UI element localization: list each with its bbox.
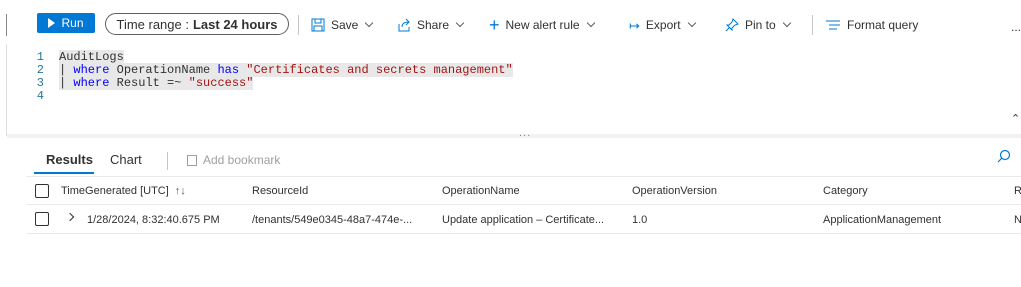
chevron-down-icon bbox=[365, 18, 374, 28]
export-button[interactable]: ↦ Export bbox=[629, 14, 696, 36]
sort-icon[interactable]: ↑↓ bbox=[175, 185, 186, 197]
toolbar-divider bbox=[298, 15, 299, 35]
share-label: Share bbox=[417, 18, 450, 32]
results-table-header: TimeGenerated [UTC] ↑↓ ResourceId Operati… bbox=[26, 176, 1021, 205]
code-text: | where Result =~ "success" bbox=[59, 75, 254, 90]
field-token: Result =~ bbox=[109, 75, 189, 90]
bookmark-icon bbox=[187, 154, 197, 166]
column-header-operationversion[interactable]: OperationVersion bbox=[632, 185, 717, 197]
format-icon bbox=[826, 20, 840, 30]
save-icon bbox=[311, 18, 325, 32]
time-range-value: Last 24 hours bbox=[192, 16, 278, 32]
export-icon: ↦ bbox=[629, 17, 640, 33]
code-text: | where OperationName has "Certificates … bbox=[59, 62, 513, 77]
new-alert-rule-button[interactable]: + New alert rule bbox=[489, 14, 595, 36]
line-number: 4 bbox=[36, 88, 44, 103]
tab-divider bbox=[167, 152, 168, 170]
play-icon bbox=[48, 18, 56, 28]
share-icon bbox=[398, 18, 410, 32]
chevron-down-icon bbox=[687, 18, 696, 28]
pane-splitter[interactable] bbox=[7, 134, 1021, 138]
share-button[interactable]: Share bbox=[397, 14, 465, 36]
column-header-label: TimeGenerated [UTC] bbox=[61, 185, 169, 197]
keyword-token: where bbox=[73, 62, 110, 77]
table-name: AuditLogs bbox=[59, 49, 124, 64]
cell-timegenerated: 1/28/2024, 8:32:40.675 PM bbox=[87, 214, 220, 226]
pin-to-button[interactable]: Pin to bbox=[725, 14, 791, 36]
select-all-checkbox[interactable] bbox=[35, 184, 49, 198]
format-label: Format query bbox=[847, 18, 919, 32]
keyword-token: has bbox=[217, 62, 240, 77]
more-options-button[interactable]: ... bbox=[1011, 20, 1021, 34]
run-button[interactable]: Run bbox=[37, 13, 95, 33]
code-text: AuditLogs bbox=[59, 49, 124, 64]
active-tab-indicator bbox=[34, 172, 94, 174]
time-range-button[interactable]: Time range : Last 24 hours bbox=[105, 13, 289, 35]
column-header-result[interactable]: R bbox=[1014, 185, 1021, 197]
splitter-handle-dots[interactable]: ... bbox=[519, 127, 531, 139]
string-token: "success" bbox=[188, 75, 254, 90]
new-alert-label: New alert rule bbox=[505, 18, 580, 32]
column-header-resourceid[interactable]: ResourceId bbox=[252, 185, 308, 197]
line-number: 3 bbox=[36, 75, 44, 90]
pipe-token: | bbox=[59, 75, 74, 90]
code-line: 4 bbox=[0, 88, 1021, 103]
column-header-timegenerated[interactable]: TimeGenerated [UTC] ↑↓ bbox=[61, 185, 186, 197]
tab-chart[interactable]: Chart bbox=[110, 152, 142, 167]
expand-row-icon[interactable] bbox=[65, 212, 75, 222]
query-editor[interactable]: 1 AuditLogs 2 | where OperationName has … bbox=[0, 44, 1021, 136]
row-checkbox[interactable] bbox=[35, 212, 49, 226]
chevron-down-icon bbox=[782, 18, 791, 28]
cell-resourceid: /tenants/549e0345-48a7-474e-... bbox=[252, 214, 413, 226]
collapse-editor-icon[interactable]: ⌃ bbox=[1011, 112, 1020, 125]
pin-label: Pin to bbox=[745, 18, 776, 32]
format-query-button[interactable]: Format query bbox=[825, 14, 918, 36]
run-label: Run bbox=[61, 16, 84, 30]
line-number: 1 bbox=[36, 49, 44, 64]
add-bookmark-button[interactable]: Add bookmark bbox=[187, 153, 280, 167]
add-bookmark-label: Add bookmark bbox=[203, 153, 281, 167]
pipe-token: | bbox=[59, 62, 74, 77]
cell-category: ApplicationManagement bbox=[823, 214, 942, 226]
toolbar-edge bbox=[6, 14, 7, 36]
keyword-token: where bbox=[73, 75, 110, 90]
column-header-category[interactable]: Category bbox=[823, 185, 868, 197]
save-button[interactable]: Save bbox=[311, 14, 374, 36]
results-tabs: Results Chart Add bookmark bbox=[0, 146, 1021, 174]
cell-result: N bbox=[1014, 214, 1021, 226]
plus-icon: + bbox=[489, 15, 500, 35]
export-label: Export bbox=[645, 18, 681, 32]
save-label: Save bbox=[331, 18, 359, 32]
tab-results[interactable]: Results bbox=[46, 152, 93, 167]
field-token: OperationName bbox=[109, 62, 218, 77]
code-line: 2 | where OperationName has "Certificate… bbox=[0, 62, 1021, 77]
chevron-down-icon bbox=[455, 18, 465, 28]
search-icon[interactable] bbox=[997, 149, 1011, 163]
cell-operationversion: 1.0 bbox=[632, 214, 648, 226]
chevron-down-icon bbox=[586, 18, 595, 28]
code-line: 3 | where Result =~ "success" bbox=[0, 75, 1021, 90]
string-token: "Certificates and secrets management" bbox=[239, 62, 513, 77]
cell-operationname: Update application – Certificate... bbox=[442, 214, 605, 226]
time-range-prefix: Time range : bbox=[116, 16, 189, 32]
column-header-operationname[interactable]: OperationName bbox=[442, 185, 520, 197]
table-row[interactable]: 1/28/2024, 8:32:40.675 PM /tenants/549e0… bbox=[26, 205, 1021, 234]
line-number: 2 bbox=[36, 62, 44, 77]
toolbar-divider bbox=[812, 15, 813, 35]
code-line: 1 AuditLogs bbox=[0, 49, 1021, 64]
pin-icon bbox=[725, 18, 739, 32]
